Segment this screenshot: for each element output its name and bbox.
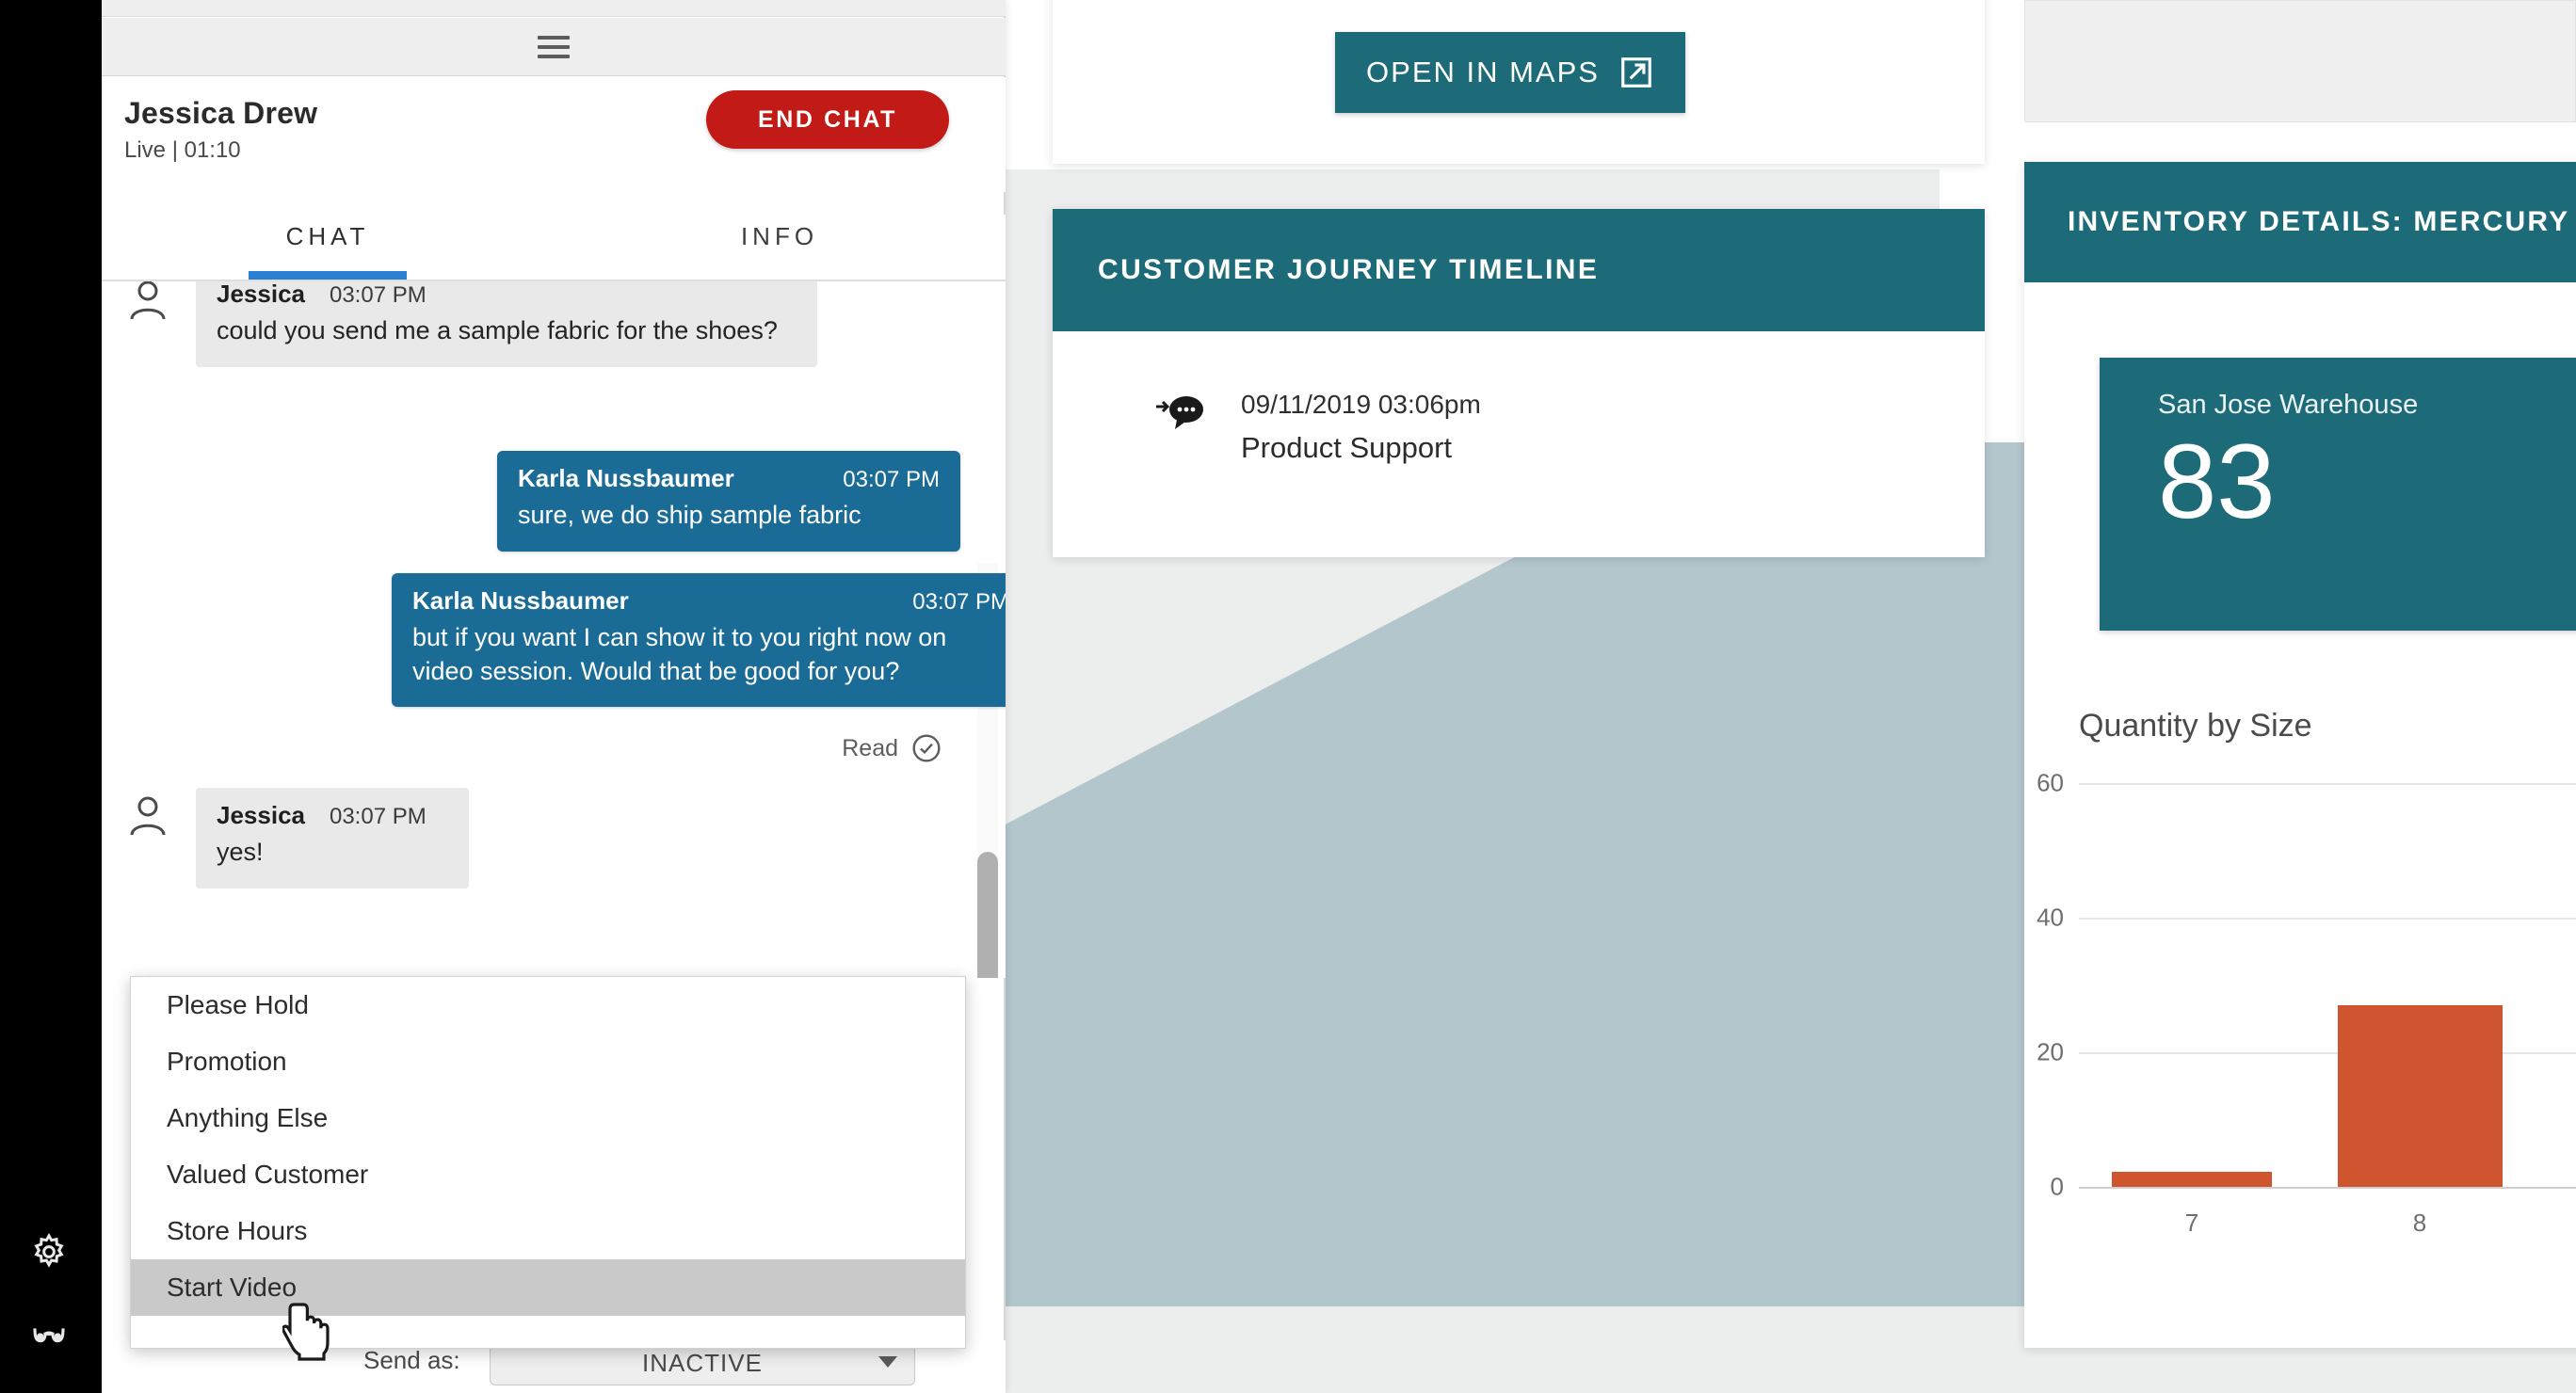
chat-header: Jessica Drew Live | 01:10 END CHAT <box>102 77 1006 192</box>
message-bubble-outgoing: Karla Nussbaumer 03:07 PM sure, we do sh… <box>497 451 960 552</box>
chat-bubble-icon <box>1154 393 1209 433</box>
bar-size-8[interactable] <box>2338 1005 2503 1187</box>
message-text: but if you want I can show it to you rig… <box>412 623 947 685</box>
quantity-by-size-chart: 60 40 20 0 7 8 <box>2037 769 2576 1348</box>
timeline-entry[interactable]: 09/11/2019 03:06pm Product Support <box>1053 390 1985 465</box>
message-header: Karla Nussbaumer 03:07 PM <box>518 464 940 493</box>
customer-journey-timeline-card: CUSTOMER JOURNEY TIMELINE 09/11/2019 03:… <box>1053 209 1985 557</box>
quick-reply-label: Please Hold <box>167 990 309 1019</box>
message-sender: Jessica <box>217 281 305 308</box>
xtick-7: 7 <box>2184 1209 2199 1237</box>
tab-info[interactable]: INFO <box>554 215 1006 280</box>
open-in-maps-button[interactable]: OPEN IN MAPS <box>1335 32 1685 113</box>
quick-reply-label: Store Hours <box>167 1216 308 1245</box>
message-time: 03:07 PM <box>912 589 1006 615</box>
read-receipt-label: Read <box>842 734 898 761</box>
check-circle-icon <box>911 733 942 763</box>
ytick-60: 60 <box>2037 768 2064 797</box>
mouse-cursor-pointer <box>282 1301 331 1361</box>
quick-reply-menu[interactable]: Please Hold Promotion Anything Else Valu… <box>130 976 966 1349</box>
message-header: Jessica 03:07 PM <box>217 281 797 309</box>
message-sender: Karla Nussbaumer <box>412 586 629 615</box>
quick-reply-item-anything-else[interactable]: Anything Else <box>131 1090 965 1146</box>
message-list[interactable]: Jessica 03:07 PM could you send me a sam… <box>102 281 1006 978</box>
message-sender: Karla Nussbaumer <box>518 464 734 492</box>
quick-reply-item-store-hours[interactable]: Store Hours <box>131 1203 965 1259</box>
ytick-20: 20 <box>2037 1037 2064 1066</box>
tab-info-label: INFO <box>740 222 819 250</box>
quick-reply-item-valued-customer[interactable]: Valued Customer <box>131 1146 965 1203</box>
chevron-down-icon <box>878 1356 897 1368</box>
left-nav-rail <box>0 0 102 1393</box>
warehouse-name: San Jose Warehouse <box>2158 390 2419 420</box>
bar-size-7[interactable] <box>2112 1172 2272 1187</box>
chart-title: Quantity by Size <box>2079 708 2312 744</box>
inventory-header: INVENTORY DETAILS: MERCURY S <box>2024 162 2576 282</box>
message-time: 03:07 PM <box>329 282 427 308</box>
chat-toolbar <box>102 18 1006 76</box>
tab-chat-label: CHAT <box>285 222 370 250</box>
message-sender: Jessica <box>217 801 305 829</box>
send-as-label: Send as: <box>363 1346 460 1374</box>
message-text: sure, we do ship sample fabric <box>518 501 861 529</box>
message-text: yes! <box>217 838 264 866</box>
customer-name: Jessica Drew <box>124 96 318 130</box>
timeline-body: 09/11/2019 03:06pm Product Support <box>1053 331 1985 465</box>
quick-reply-label: Promotion <box>167 1047 287 1076</box>
inventory-details-card: INVENTORY DETAILS: MERCURY S San Jose Wa… <box>2024 162 2576 1348</box>
ytick-0: 0 <box>2050 1172 2064 1201</box>
chat-panel-top-strip <box>102 0 1006 17</box>
end-chat-button[interactable]: END CHAT <box>706 90 949 149</box>
ytick-40: 40 <box>2037 903 2064 932</box>
screen-root: OPEN IN MAPS CUSTOMER JOURNEY TIMELINE 0… <box>0 0 2576 1393</box>
tab-chat[interactable]: CHAT <box>102 215 554 280</box>
open-in-maps-label: OPEN IN MAPS <box>1366 56 1600 88</box>
read-receipt: Read <box>842 733 942 763</box>
message-text: could you send me a sample fabric for th… <box>217 316 778 344</box>
timeline-header: CUSTOMER JOURNEY TIMELINE <box>1053 209 1985 331</box>
quick-reply-label: Start Video <box>167 1273 298 1302</box>
message-time: 03:07 PM <box>843 467 940 492</box>
quick-reply-label: Anything Else <box>167 1103 329 1132</box>
timeline-title: CUSTOMER JOURNEY TIMELINE <box>1098 254 1600 285</box>
quick-reply-label: Valued Customer <box>167 1160 369 1189</box>
gridline-40: 40 <box>2037 904 2576 932</box>
gear-icon[interactable] <box>21 1224 77 1280</box>
message-time: 03:07 PM <box>329 804 427 829</box>
quick-reply-item-start-video[interactable]: Start Video <box>131 1259 965 1316</box>
message-scrollbar-thumb[interactable] <box>977 852 998 978</box>
chat-tabs: CHAT INFO <box>102 215 1006 280</box>
quick-reply-item-please-hold[interactable]: Please Hold <box>131 977 965 1033</box>
warehouse-stat-tile[interactable]: San Jose Warehouse 83 <box>2100 358 2576 631</box>
avatar <box>124 792 171 839</box>
xtick-8: 8 <box>2412 1209 2427 1237</box>
quick-reply-item-promotion[interactable]: Promotion <box>131 1033 965 1090</box>
axis-baseline: 0 <box>2051 1173 2576 1201</box>
send-as-value: INACTIVE <box>642 1348 763 1377</box>
chat-status-line: Live | 01:10 <box>124 137 241 163</box>
message-header: Karla Nussbaumer 03:07 PM <box>412 586 1006 616</box>
gridline-60: 60 <box>2037 769 2576 797</box>
message-bubble-outgoing: Karla Nussbaumer 03:07 PM but if you wan… <box>392 573 1006 708</box>
background-card-stub <box>2024 0 2576 122</box>
hamburger-icon[interactable] <box>538 35 570 58</box>
timeline-entry-label: Product Support <box>1241 431 1453 464</box>
message-header: Jessica 03:07 PM <box>217 801 448 830</box>
open-in-maps-card: OPEN IN MAPS <box>1053 0 1985 164</box>
message-bubble-incoming: Jessica 03:07 PM yes! <box>196 788 469 889</box>
message-bubble-incoming: Jessica 03:07 PM could you send me a sam… <box>196 281 817 367</box>
external-link-icon <box>1618 55 1654 90</box>
inventory-title: INVENTORY DETAILS: MERCURY S <box>2068 206 2576 237</box>
avatar <box>124 281 171 323</box>
warehouse-quantity: 83 <box>2158 423 2276 540</box>
timeline-entry-date: 09/11/2019 03:06pm <box>1241 390 1481 419</box>
glasses-icon[interactable] <box>21 1306 77 1363</box>
